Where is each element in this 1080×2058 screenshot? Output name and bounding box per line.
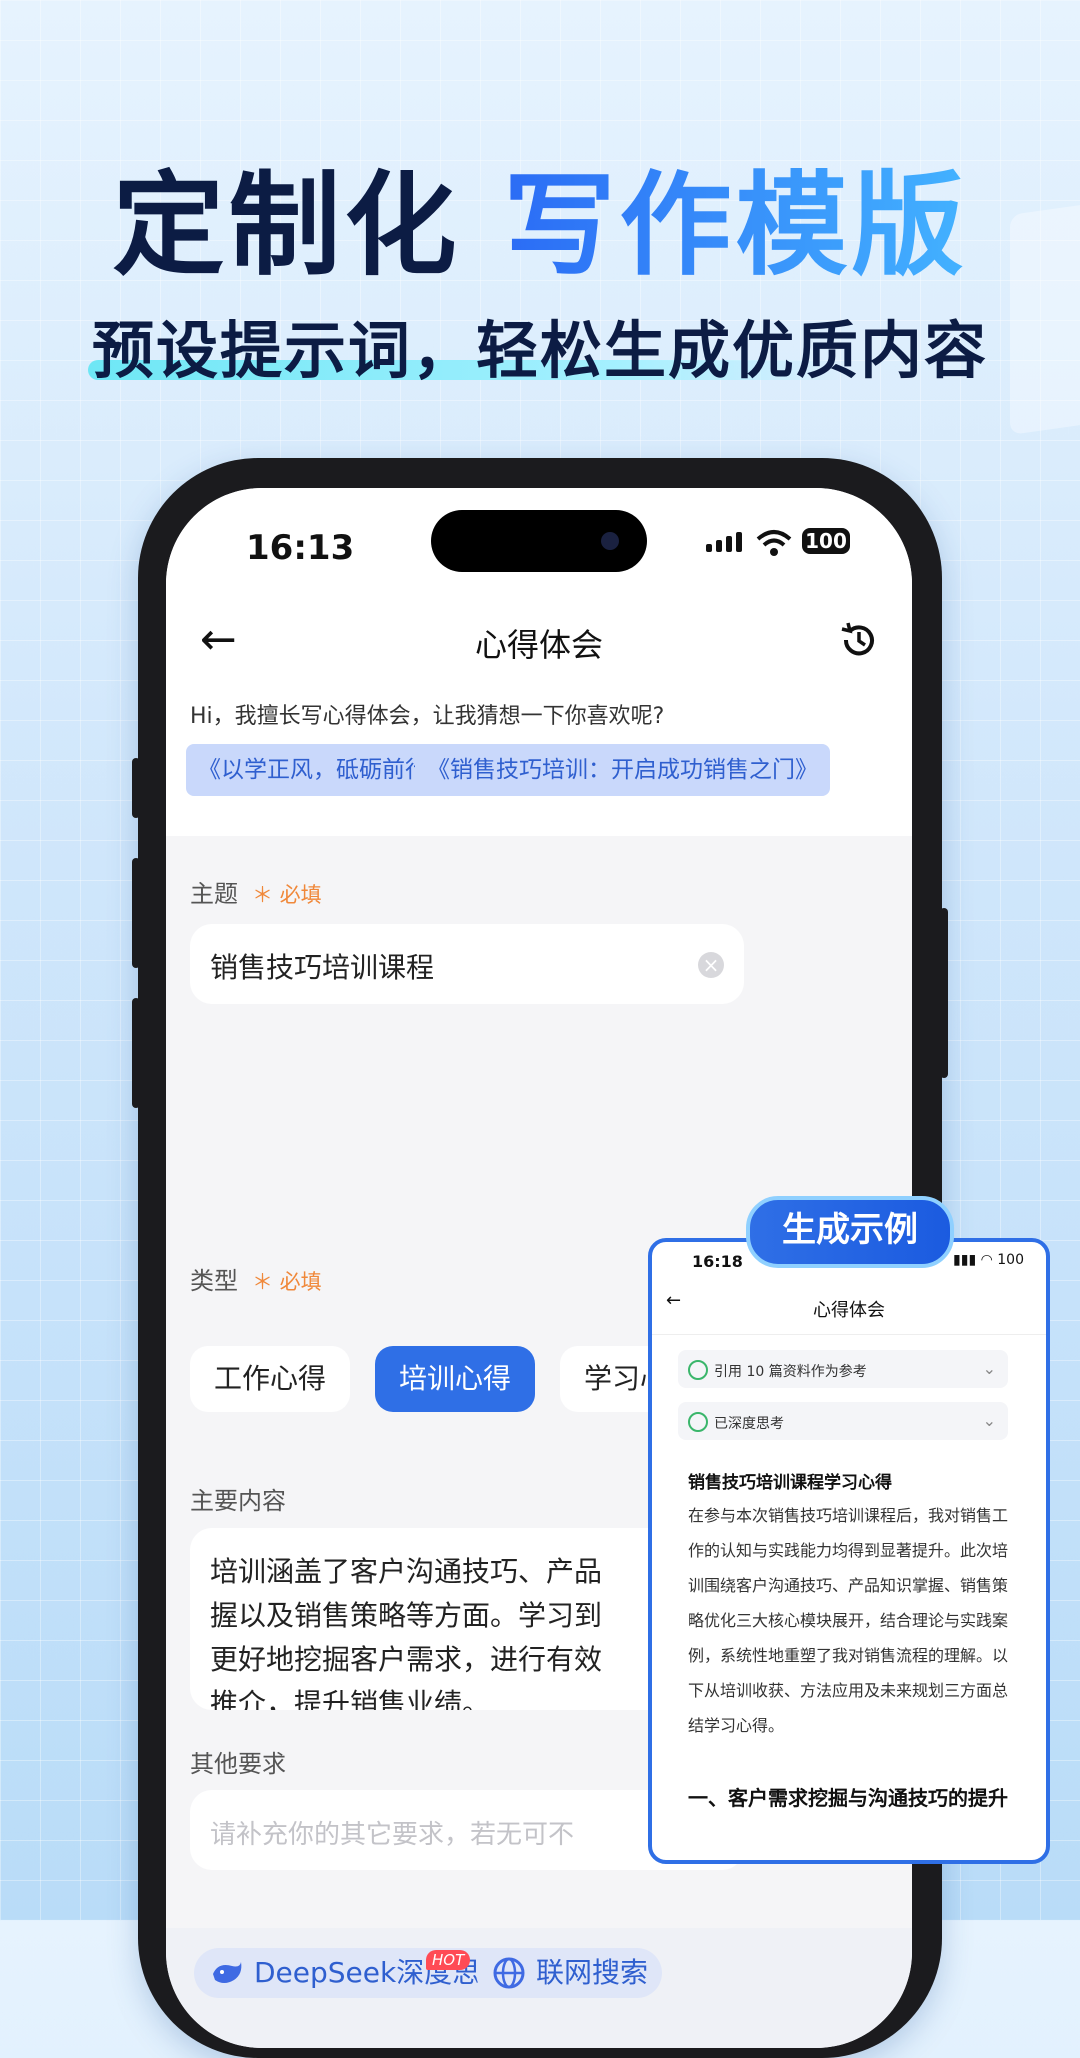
reference-row: 引用 10 篇资料作为参考 ⌄ (678, 1350, 1008, 1388)
web-search-toggle[interactable]: 联网搜索 (476, 1948, 663, 1998)
web-search-label: 联网搜索 (536, 1956, 649, 1989)
clear-icon[interactable]: × (698, 952, 724, 978)
preview-section-heading: 一、客户需求挖掘与沟通技巧的提升 (688, 1786, 1008, 1810)
battery-icon: 100 (802, 528, 850, 554)
reference-text: 引用 10 篇资料作为参考 (714, 1364, 867, 1380)
camera-icon (601, 532, 619, 550)
type-label-text: 类型 (190, 1267, 238, 1295)
dynamic-island (431, 510, 647, 572)
content-label: 主要内容 (190, 1487, 286, 1515)
chevron-down-icon: ⌄ (982, 1411, 996, 1430)
topic-label-text: 主题 (190, 880, 238, 908)
check-circle-icon (688, 1360, 708, 1380)
type-label: 类型 ＊ 必填 (190, 1261, 322, 1296)
preview-status-icons: ▮▮▮ ◠ 100 (953, 1252, 1024, 1268)
wifi-icon (756, 526, 792, 566)
whale-icon (213, 1962, 242, 1983)
history-icon[interactable] (838, 620, 878, 664)
preview-heading: 销售技巧培训课程学习心得 (688, 1473, 892, 1493)
example-badge: 生成示例 (746, 1196, 954, 1268)
type-option-training[interactable]: 培训心得 (375, 1346, 535, 1412)
hero-title-dark: 定制化 (112, 161, 461, 291)
phone-button (940, 908, 948, 1078)
suggestion-chip[interactable]: 《销售技巧培训：开启成功销售之门》 (415, 744, 830, 796)
globe-icon (493, 1957, 525, 1989)
check-circle-icon (688, 1412, 708, 1432)
deepseek-toggle[interactable]: DeepSeek深度思考 HOT (194, 1948, 523, 1998)
preview-battery: 100 (997, 1252, 1024, 1268)
hero-subtitle: 预设提示词，轻松生成优质内容 (91, 314, 988, 387)
page-title: 心得体会 (474, 626, 603, 664)
divider (652, 1334, 1046, 1335)
preview-title: 心得体会 (813, 1300, 885, 1321)
app-bar: ← 心得体会 (166, 598, 912, 688)
hero-title-blue: 写作模版 (503, 161, 968, 291)
topic-label: 主题 ＊ 必填 (190, 874, 322, 909)
other-label: 其他要求 (190, 1750, 286, 1778)
topic-value: 销售技巧培训课程 (210, 951, 435, 984)
deepseek-label: DeepSeek深度思考 (254, 1956, 509, 1989)
preview-time: 16:18 (692, 1252, 743, 1271)
chevron-down-icon: ⌄ (982, 1359, 996, 1378)
phone-button (132, 998, 140, 1108)
hero-title: 定制化 写作模版 (0, 135, 1080, 297)
greeting-text: Hi，我擅长写心得体会，让我猜想一下你喜欢呢? (190, 704, 665, 729)
other-placeholder: 请补充你的其它要求，若无可不 (210, 1820, 575, 1850)
phone-button (132, 858, 140, 968)
deep-thinking-row: 已深度思考 ⌄ (678, 1402, 1008, 1440)
status-time: 16:13 (246, 528, 355, 568)
type-option-work[interactable]: 工作心得 (190, 1346, 350, 1412)
topic-input[interactable]: 销售技巧培训课程 × (190, 924, 744, 1004)
deep-thinking-text: 已深度思考 (714, 1416, 784, 1432)
required-mark: ＊ 必填 (252, 1270, 322, 1294)
signal-icon (706, 532, 742, 552)
phone-button (132, 758, 140, 818)
preview-body: 在参与本次销售技巧培训课程后，我对销售工作的认知与实践能力均得到显著提升。此次培… (688, 1506, 1009, 1735)
required-mark: ＊ 必填 (252, 883, 322, 907)
status-bar: 16:13 100 (166, 488, 912, 598)
example-preview-card: 16:18 ▮▮▮ ◠ 100 ← 心得体会 引用 10 篇资料作为参考 ⌄ 已… (648, 1238, 1050, 1864)
bottom-toolbar: DeepSeek深度思考 HOT 联网搜索 (166, 1928, 912, 2048)
intro-section: Hi，我擅长写心得体会，让我猜想一下你喜欢呢? 《以学正风，砥砺前行》 《销售技… (166, 688, 912, 836)
hot-badge: HOT (426, 1950, 471, 1970)
